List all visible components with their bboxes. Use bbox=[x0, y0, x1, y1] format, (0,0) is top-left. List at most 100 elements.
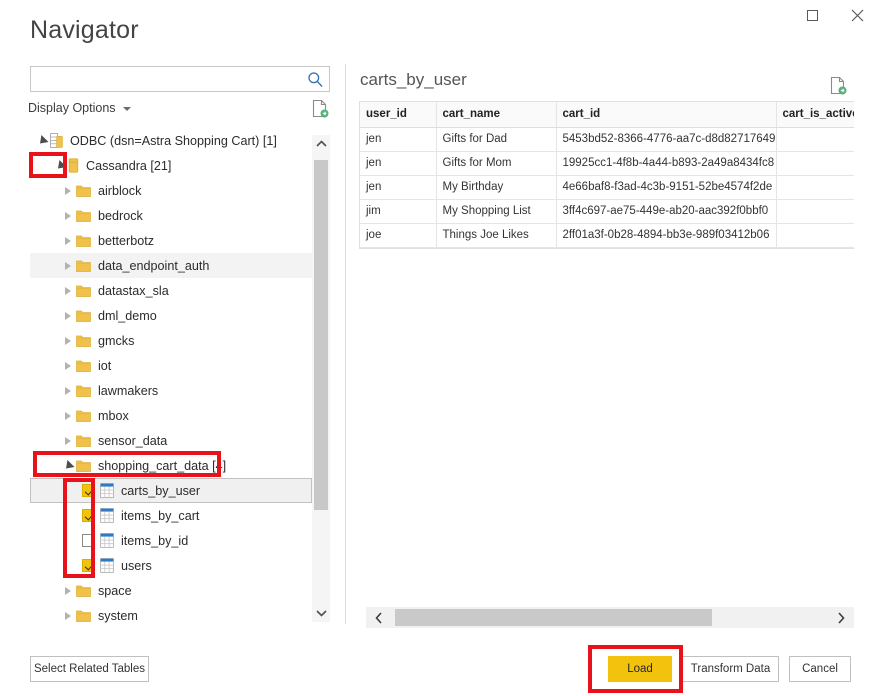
maximize-icon bbox=[807, 9, 818, 21]
checkbox-users[interactable] bbox=[82, 559, 95, 572]
table-row[interactable]: jen My Birthday 4e66baf8-f3ad-4c3b-9151-52… bbox=[360, 175, 854, 200]
folder-icon bbox=[76, 359, 91, 372]
column-header-cart_id[interactable]: cart_id bbox=[556, 102, 777, 128]
tree-item-bedrock[interactable]: bedrock bbox=[30, 203, 330, 228]
refresh-document-icon[interactable] bbox=[830, 76, 847, 100]
table-row[interactable]: jim My Shopping List 3ff4c697-ae75-449e-ab… bbox=[360, 199, 854, 224]
checkbox-items_by_cart[interactable] bbox=[82, 509, 95, 522]
tree-item-label: shopping_cart_data [4] bbox=[98, 458, 227, 473]
table-cell-cart_id: 5453bd52-8366-4776-aa7c-d8d827176493 bbox=[556, 127, 777, 152]
tree-item-items_by_cart[interactable]: items_by_cart bbox=[30, 503, 330, 528]
tree-item-mbox[interactable]: mbox bbox=[30, 403, 330, 428]
cancel-button[interactable]: Cancel bbox=[789, 656, 851, 682]
pane-divider bbox=[345, 64, 346, 624]
search-input[interactable] bbox=[31, 67, 303, 91]
maximize-button[interactable] bbox=[790, 0, 835, 30]
scrollbar-thumb-horizontal[interactable] bbox=[395, 609, 712, 626]
table-row[interactable]: jen Gifts for Mom 19925cc1-4f8b-4a44-b893-… bbox=[360, 151, 854, 176]
search-box[interactable] bbox=[30, 66, 330, 92]
tree-item-users[interactable]: users bbox=[30, 553, 330, 578]
expand-triangle-icon[interactable] bbox=[60, 436, 76, 445]
column-header-user_id[interactable]: user_id bbox=[360, 102, 437, 128]
expand-triangle-icon[interactable] bbox=[60, 261, 76, 270]
folder-icon bbox=[76, 459, 91, 472]
folder-icon bbox=[76, 309, 91, 322]
folder-icon bbox=[76, 434, 91, 447]
tree-item-datastax_sla[interactable]: datastax_sla bbox=[30, 278, 330, 303]
expand-triangle-icon[interactable] bbox=[60, 611, 76, 620]
tree-item-lawmakers[interactable]: lawmakers bbox=[30, 378, 330, 403]
tree-item-label: bedrock bbox=[98, 208, 143, 223]
chevron-down-icon[interactable] bbox=[312, 604, 330, 622]
search-icon[interactable] bbox=[307, 71, 324, 88]
collapse-triangle-icon[interactable] bbox=[60, 459, 76, 472]
preview-horizontal-scrollbar[interactable] bbox=[366, 607, 854, 628]
collapse-triangle-icon[interactable] bbox=[34, 134, 50, 147]
folder-icon bbox=[76, 284, 91, 297]
tree-item-label: items_by_id bbox=[121, 533, 189, 548]
table-cell-cart_is_active bbox=[776, 127, 854, 152]
navigator-dialog: Navigator Display Options ODBC (dsn=Astr… bbox=[0, 0, 880, 696]
table-cell-cart_id: 4e66baf8-f3ad-4c3b-9151-52be4574f2de bbox=[556, 175, 777, 200]
tree-item-dml_demo[interactable]: dml_demo bbox=[30, 303, 330, 328]
tree-item-sensor_data[interactable]: sensor_data bbox=[30, 428, 330, 453]
transform-data-button[interactable]: Transform Data bbox=[682, 656, 779, 682]
close-button[interactable] bbox=[835, 0, 880, 30]
expand-triangle-icon[interactable] bbox=[60, 236, 76, 245]
expand-triangle-icon[interactable] bbox=[60, 336, 76, 345]
load-button[interactable]: Load bbox=[608, 656, 672, 682]
tree-item-betterbotz[interactable]: betterbotz bbox=[30, 228, 330, 253]
close-icon bbox=[851, 9, 864, 21]
tree-item-system[interactable]: system bbox=[30, 603, 330, 628]
expand-triangle-icon[interactable] bbox=[60, 586, 76, 595]
table-cell-cart_is_active bbox=[776, 199, 854, 224]
checkbox-items_by_id[interactable] bbox=[82, 534, 95, 547]
checkbox-carts_by_user[interactable] bbox=[82, 484, 95, 497]
expand-triangle-icon[interactable] bbox=[60, 211, 76, 220]
table-cell-cart_name: My Birthday bbox=[436, 175, 557, 200]
table-cell-cart_name: Gifts for Mom bbox=[436, 151, 557, 176]
tree-item-data_endpoint_auth[interactable]: data_endpoint_auth bbox=[30, 253, 330, 278]
chevron-left-icon[interactable] bbox=[366, 607, 392, 628]
expand-triangle-icon[interactable] bbox=[60, 311, 76, 320]
display-options-dropdown[interactable]: Display Options bbox=[28, 101, 131, 115]
tree-item-iot[interactable]: iot bbox=[30, 353, 330, 378]
table-row[interactable]: jen Gifts for Dad 5453bd52-8366-4776-aa7c-… bbox=[360, 127, 854, 152]
tree-item-airblock[interactable]: airblock bbox=[30, 178, 330, 203]
preview-grid[interactable]: user_id cart_name cart_id cart_is_active je… bbox=[359, 101, 854, 249]
collapse-triangle-icon[interactable] bbox=[52, 159, 68, 172]
tree-item-cassandra[interactable]: Cassandra [21] bbox=[30, 153, 330, 178]
tree-item-label: lawmakers bbox=[98, 383, 159, 398]
refresh-document-icon[interactable] bbox=[312, 99, 329, 123]
source-tree[interactable]: ODBC (dsn=Astra Shopping Cart) [1] Cassan… bbox=[30, 128, 330, 628]
tree-item-carts_by_user[interactable]: carts_by_user bbox=[30, 478, 312, 503]
tree-item-label: gmcks bbox=[98, 333, 135, 348]
table-row[interactable]: joe Things Joe Likes 2ff01a3f-0b28-4894-bb… bbox=[360, 223, 854, 248]
expand-triangle-icon[interactable] bbox=[60, 386, 76, 395]
table-cell-user_id: jim bbox=[360, 199, 437, 224]
tree-item-space[interactable]: space bbox=[30, 578, 330, 603]
expand-triangle-icon[interactable] bbox=[60, 186, 76, 195]
expand-triangle-icon[interactable] bbox=[60, 411, 76, 420]
folder-icon bbox=[76, 259, 91, 272]
tree-item-odbc[interactable]: ODBC (dsn=Astra Shopping Cart) [1] bbox=[30, 128, 330, 153]
tree-item-label: dml_demo bbox=[98, 308, 157, 323]
scrollbar-thumb-vertical[interactable] bbox=[314, 160, 328, 510]
table-cell-cart_is_active bbox=[776, 175, 854, 200]
chevron-up-icon[interactable] bbox=[312, 135, 330, 153]
tree-vertical-scrollbar[interactable] bbox=[312, 135, 330, 622]
tree-item-shopping_cart_data[interactable]: shopping_cart_data [4] bbox=[30, 453, 330, 478]
tree-item-items_by_id[interactable]: items_by_id bbox=[30, 528, 330, 553]
tree-item-label: items_by_cart bbox=[121, 508, 200, 523]
tree-item-gmcks[interactable]: gmcks bbox=[30, 328, 330, 353]
column-header-cart_name[interactable]: cart_name bbox=[436, 102, 557, 128]
table-cell-user_id: jen bbox=[360, 175, 437, 200]
chevron-right-icon[interactable] bbox=[828, 607, 854, 628]
folder-icon bbox=[76, 384, 91, 397]
column-header-cart_is_active[interactable]: cart_is_active bbox=[776, 102, 854, 128]
select-related-tables-button[interactable]: Select Related Tables bbox=[30, 656, 149, 682]
tree-item-label: betterbotz bbox=[98, 233, 155, 248]
expand-triangle-icon[interactable] bbox=[60, 286, 76, 295]
expand-triangle-icon[interactable] bbox=[60, 361, 76, 370]
database-icon bbox=[50, 133, 63, 148]
